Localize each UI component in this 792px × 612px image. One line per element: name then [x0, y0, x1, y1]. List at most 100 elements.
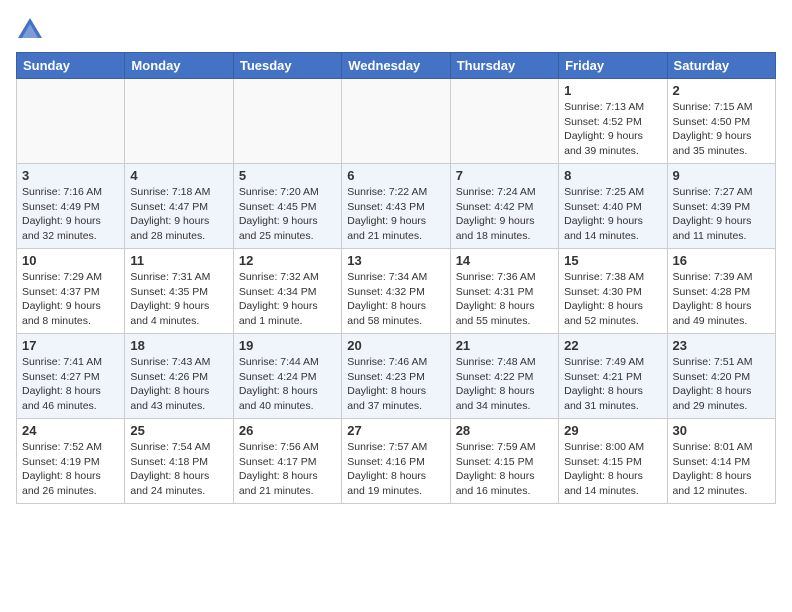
column-header-saturday: Saturday: [667, 53, 775, 79]
day-number: 22: [564, 338, 661, 353]
day-info: Sunrise: 8:01 AM Sunset: 4:14 PM Dayligh…: [673, 440, 770, 499]
day-number: 7: [456, 168, 553, 183]
day-info: Sunrise: 7:36 AM Sunset: 4:31 PM Dayligh…: [456, 270, 553, 329]
day-info: Sunrise: 7:22 AM Sunset: 4:43 PM Dayligh…: [347, 185, 444, 244]
page-header: [16, 16, 776, 44]
week-row-4: 17Sunrise: 7:41 AM Sunset: 4:27 PM Dayli…: [17, 334, 776, 419]
day-number: 2: [673, 83, 770, 98]
day-info: Sunrise: 7:24 AM Sunset: 4:42 PM Dayligh…: [456, 185, 553, 244]
day-number: 26: [239, 423, 336, 438]
day-number: 8: [564, 168, 661, 183]
day-number: 21: [456, 338, 553, 353]
calendar-cell: [17, 79, 125, 164]
calendar-cell: 27 Sunrise: 7:57 AM Sunset: 4:16 PM Dayli…: [342, 419, 450, 504]
day-info: Sunrise: 7:31 AM Sunset: 4:35 PM Dayligh…: [130, 270, 227, 329]
calendar-cell: 18 Sunrise: 7:43 AM Sunset: 4:26 PM Dayli…: [125, 334, 233, 419]
day-number: 24: [22, 423, 119, 438]
calendar-cell: 15 Sunrise: 7:38 AM Sunset: 4:30 PM Dayli…: [559, 249, 667, 334]
day-info: Sunrise: 7:48 AM Sunset: 4:22 PM Dayligh…: [456, 355, 553, 414]
day-number: 25: [130, 423, 227, 438]
calendar-cell: 28 Sunrise: 7:59 AM Sunset: 4:15 PM Dayli…: [450, 419, 558, 504]
calendar-cell: 20 Sunrise: 7:46 AM Sunset: 4:23 PM Dayli…: [342, 334, 450, 419]
day-info: Sunrise: 7:38 AM Sunset: 4:30 PM Dayligh…: [564, 270, 661, 329]
day-info: Sunrise: 7:51 AM Sunset: 4:20 PM Dayligh…: [673, 355, 770, 414]
calendar-cell: 4Sunrise: 7:18 AM Sunset: 4:47 PM Daylig…: [125, 164, 233, 249]
day-number: 10: [22, 253, 119, 268]
week-row-3: 10 Sunrise: 7:29 AM Sunset: 4:37 PM Dayli…: [17, 249, 776, 334]
week-row-5: 24Sunrise: 7:52 AM Sunset: 4:19 PM Dayli…: [17, 419, 776, 504]
calendar-cell: 11 Sunrise: 7:31 AM Sunset: 4:35 PM Dayli…: [125, 249, 233, 334]
day-info: Sunrise: 7:57 AM Sunset: 4:16 PM Dayligh…: [347, 440, 444, 499]
calendar-cell: 19 Sunrise: 7:44 AM Sunset: 4:24 PM Dayli…: [233, 334, 341, 419]
calendar-cell: 13 Sunrise: 7:34 AM Sunset: 4:32 PM Dayli…: [342, 249, 450, 334]
day-info: Sunrise: 7:54 AM Sunset: 4:18 PM Dayligh…: [130, 440, 227, 499]
calendar-cell: 7 Sunrise: 7:24 AM Sunset: 4:42 PM Daylig…: [450, 164, 558, 249]
day-info: Sunrise: 7:29 AM Sunset: 4:37 PM Dayligh…: [22, 270, 119, 329]
calendar-table: SundayMondayTuesdayWednesdayThursdayFrid…: [16, 52, 776, 504]
day-number: 1: [564, 83, 661, 98]
column-header-sunday: Sunday: [17, 53, 125, 79]
day-number: 3: [22, 168, 119, 183]
day-info: Sunrise: 7:43 AM Sunset: 4:26 PM Dayligh…: [130, 355, 227, 414]
day-info: Sunrise: 7:41 AM Sunset: 4:27 PM Dayligh…: [22, 355, 119, 414]
day-info: Sunrise: 8:00 AM Sunset: 4:15 PM Dayligh…: [564, 440, 661, 499]
calendar-cell: [342, 79, 450, 164]
calendar-cell: [450, 79, 558, 164]
calendar-cell: 29 Sunrise: 8:00 AM Sunset: 4:15 PM Dayli…: [559, 419, 667, 504]
day-number: 11: [130, 253, 227, 268]
day-info: Sunrise: 7:18 AM Sunset: 4:47 PM Dayligh…: [130, 185, 227, 244]
day-info: Sunrise: 7:34 AM Sunset: 4:32 PM Dayligh…: [347, 270, 444, 329]
calendar-cell: 10 Sunrise: 7:29 AM Sunset: 4:37 PM Dayli…: [17, 249, 125, 334]
day-number: 12: [239, 253, 336, 268]
calendar-cell: 17Sunrise: 7:41 AM Sunset: 4:27 PM Dayli…: [17, 334, 125, 419]
day-number: 20: [347, 338, 444, 353]
column-header-friday: Friday: [559, 53, 667, 79]
day-info: Sunrise: 7:32 AM Sunset: 4:34 PM Dayligh…: [239, 270, 336, 329]
day-info: Sunrise: 7:15 AM Sunset: 4:50 PM Dayligh…: [673, 100, 770, 159]
day-number: 18: [130, 338, 227, 353]
day-info: Sunrise: 7:46 AM Sunset: 4:23 PM Dayligh…: [347, 355, 444, 414]
day-number: 28: [456, 423, 553, 438]
calendar-cell: 30 Sunrise: 8:01 AM Sunset: 4:14 PM Dayli…: [667, 419, 775, 504]
calendar-cell: 14 Sunrise: 7:36 AM Sunset: 4:31 PM Dayli…: [450, 249, 558, 334]
day-info: Sunrise: 7:44 AM Sunset: 4:24 PM Dayligh…: [239, 355, 336, 414]
column-header-wednesday: Wednesday: [342, 53, 450, 79]
calendar-cell: 3 Sunrise: 7:16 AM Sunset: 4:49 PM Daylig…: [17, 164, 125, 249]
day-number: 5: [239, 168, 336, 183]
week-row-1: 1Sunrise: 7:13 AM Sunset: 4:52 PM Daylig…: [17, 79, 776, 164]
calendar-cell: 23 Sunrise: 7:51 AM Sunset: 4:20 PM Dayli…: [667, 334, 775, 419]
column-header-tuesday: Tuesday: [233, 53, 341, 79]
column-header-monday: Monday: [125, 53, 233, 79]
calendar-cell: 6 Sunrise: 7:22 AM Sunset: 4:43 PM Daylig…: [342, 164, 450, 249]
calendar-cell: 1Sunrise: 7:13 AM Sunset: 4:52 PM Daylig…: [559, 79, 667, 164]
week-row-2: 3 Sunrise: 7:16 AM Sunset: 4:49 PM Daylig…: [17, 164, 776, 249]
calendar-cell: 5Sunrise: 7:20 AM Sunset: 4:45 PM Daylig…: [233, 164, 341, 249]
day-number: 23: [673, 338, 770, 353]
calendar-cell: 24Sunrise: 7:52 AM Sunset: 4:19 PM Dayli…: [17, 419, 125, 504]
calendar-cell: [125, 79, 233, 164]
logo-icon: [16, 16, 44, 44]
day-number: 15: [564, 253, 661, 268]
day-number: 19: [239, 338, 336, 353]
calendar-cell: 22 Sunrise: 7:49 AM Sunset: 4:21 PM Dayli…: [559, 334, 667, 419]
day-info: Sunrise: 7:16 AM Sunset: 4:49 PM Dayligh…: [22, 185, 119, 244]
day-number: 30: [673, 423, 770, 438]
day-number: 9: [673, 168, 770, 183]
day-number: 13: [347, 253, 444, 268]
calendar-cell: 8 Sunrise: 7:25 AM Sunset: 4:40 PM Daylig…: [559, 164, 667, 249]
day-info: Sunrise: 7:59 AM Sunset: 4:15 PM Dayligh…: [456, 440, 553, 499]
calendar-cell: [233, 79, 341, 164]
day-info: Sunrise: 7:25 AM Sunset: 4:40 PM Dayligh…: [564, 185, 661, 244]
day-number: 6: [347, 168, 444, 183]
column-header-thursday: Thursday: [450, 53, 558, 79]
calendar-cell: 25 Sunrise: 7:54 AM Sunset: 4:18 PM Dayli…: [125, 419, 233, 504]
day-info: Sunrise: 7:56 AM Sunset: 4:17 PM Dayligh…: [239, 440, 336, 499]
calendar-cell: 26 Sunrise: 7:56 AM Sunset: 4:17 PM Dayli…: [233, 419, 341, 504]
day-number: 14: [456, 253, 553, 268]
calendar-cell: 12 Sunrise: 7:32 AM Sunset: 4:34 PM Dayli…: [233, 249, 341, 334]
calendar-cell: 21 Sunrise: 7:48 AM Sunset: 4:22 PM Dayli…: [450, 334, 558, 419]
day-number: 27: [347, 423, 444, 438]
day-info: Sunrise: 7:49 AM Sunset: 4:21 PM Dayligh…: [564, 355, 661, 414]
day-number: 29: [564, 423, 661, 438]
calendar-cell: 9Sunrise: 7:27 AM Sunset: 4:39 PM Daylig…: [667, 164, 775, 249]
